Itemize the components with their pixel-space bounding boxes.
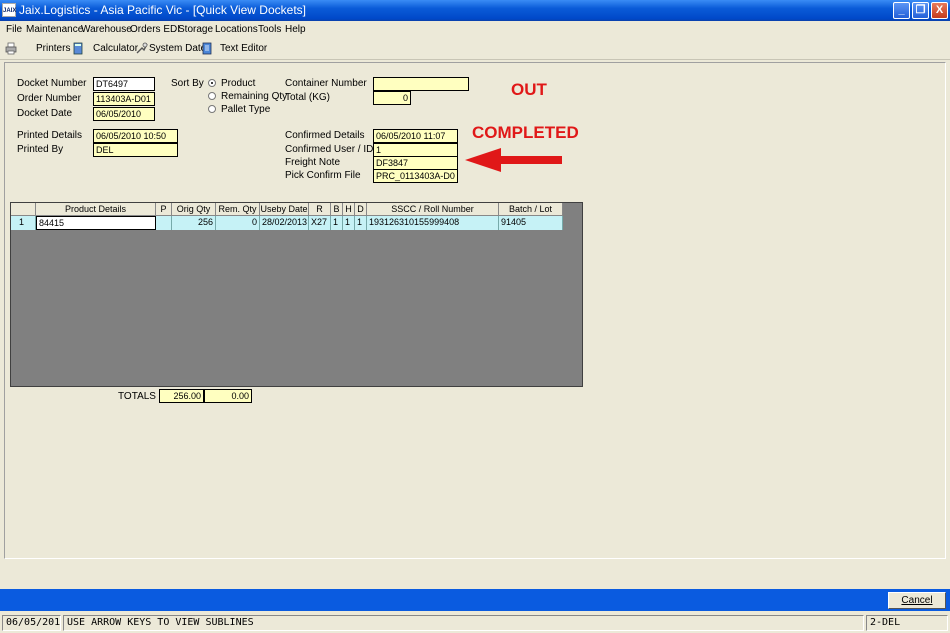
printed-by-field[interactable]: DEL <box>93 143 178 157</box>
totals-rem-qty: 0.00 <box>204 389 252 403</box>
totals-orig-qty: 256.00 <box>159 389 204 403</box>
confirmed-details-field[interactable]: 06/05/2010 11:07 <box>373 129 458 143</box>
printed-details-label: Printed Details <box>17 130 83 141</box>
container-number-label: Container Number <box>285 78 367 89</box>
app-icon: JAIX <box>2 3 16 17</box>
calculator-icon[interactable] <box>72 42 84 55</box>
batch-lot-cell[interactable]: 91405 <box>499 216 563 230</box>
h-cell[interactable]: 1 <box>343 216 355 230</box>
cancel-button[interactable]: Cancel <box>888 592 946 609</box>
pick-confirm-file-field[interactable]: PRC_0113403A-D0 <box>373 169 458 183</box>
text-editor-button[interactable]: Text Editor <box>220 43 267 54</box>
order-number-field[interactable]: 113403A-D01 <box>93 92 155 106</box>
docket-number-label: Docket Number <box>17 78 87 89</box>
window-titlebar: JAIX Jaix.Logistics - Asia Pacific Vic -… <box>0 0 950 21</box>
r-cell[interactable]: X27 <box>309 216 331 230</box>
menu-tools[interactable]: Tools <box>258 24 281 35</box>
system-date-button[interactable]: System Date <box>149 43 206 54</box>
close-button[interactable]: X <box>931 2 948 19</box>
menu-file[interactable]: File <box>6 24 22 35</box>
confirmed-user-field[interactable]: 1 <box>373 143 458 157</box>
sort-remaining-qty-radio[interactable] <box>208 92 216 100</box>
total-kg-field[interactable]: 0 <box>373 91 411 105</box>
docket-number-field[interactable]: DT6497 <box>93 77 155 91</box>
col-header-p[interactable]: P <box>156 203 172 216</box>
menu-storage[interactable]: Storage <box>178 24 213 35</box>
action-bar <box>0 589 950 611</box>
menu-bar: File Maintenance Warehouse Orders EDI St… <box>0 21 950 38</box>
out-annotation: OUT <box>511 80 547 99</box>
cancel-button-label: Cancel <box>901 595 933 606</box>
p-cell[interactable] <box>156 216 172 230</box>
printed-by-label: Printed By <box>17 144 64 155</box>
col-header-r[interactable]: R <box>309 203 331 216</box>
col-header-d[interactable]: D <box>355 203 367 216</box>
window-title: Jaix.Logistics - Asia Pacific Vic - [Qui… <box>19 3 306 17</box>
sort-product-label[interactable]: Product <box>221 78 255 89</box>
menu-orders-edi[interactable]: Orders EDI <box>130 24 180 35</box>
menu-maintenance[interactable]: Maintenance <box>26 24 83 35</box>
confirmed-user-label: Confirmed User / ID <box>285 144 374 155</box>
toolbar: Printers Calculator System Date Text Edi… <box>0 38 950 60</box>
d-cell[interactable]: 1 <box>355 216 367 230</box>
useby-date-cell[interactable]: 28/02/2013 <box>260 216 309 230</box>
total-kg-label: Total (KG) <box>285 92 331 103</box>
b-cell[interactable]: 1 <box>331 216 343 230</box>
menu-locations[interactable]: Locations <box>215 24 258 35</box>
sort-by-label: Sort By <box>171 78 204 89</box>
sort-pallet-type-label[interactable]: Pallet Type <box>221 104 270 115</box>
docket-date-label: Docket Date <box>17 108 73 119</box>
system-date-icon[interactable] <box>136 42 148 55</box>
minimize-button[interactable]: _ <box>893 2 910 19</box>
sort-pallet-type-radio[interactable] <box>208 105 216 113</box>
col-header-product[interactable]: Product Details <box>36 203 156 216</box>
text-editor-icon[interactable] <box>201 42 213 55</box>
freight-note-field[interactable]: DF3847 <box>373 156 458 170</box>
col-header-batch-lot[interactable]: Batch / Lot <box>499 203 563 216</box>
product-cell[interactable]: 84415 <box>36 216 156 230</box>
col-header-orig-qty[interactable]: Orig Qty <box>172 203 216 216</box>
col-header-b[interactable]: B <box>331 203 343 216</box>
printers-button[interactable]: Printers <box>36 43 70 54</box>
row-number-cell: 1 <box>11 216 36 230</box>
printer-icon[interactable] <box>5 42 17 55</box>
col-header-h[interactable]: H <box>343 203 355 216</box>
restore-button[interactable]: ❐ <box>912 2 929 19</box>
rem-qty-cell[interactable]: 0 <box>216 216 260 230</box>
menu-warehouse[interactable]: Warehouse <box>81 24 132 35</box>
col-header-row <box>11 203 36 216</box>
calculator-button[interactable]: Calculator <box>93 43 138 54</box>
status-date: 06/05/2010 <box>2 615 61 631</box>
status-bar: 06/05/2010 USE ARROW KEYS TO VIEW SUBLIN… <box>0 613 950 633</box>
docket-lines-grid[interactable]: Product Details P Orig Qty Rem. Qty Useb… <box>10 202 583 387</box>
sscc-cell[interactable]: 193126310155999408 <box>367 216 499 230</box>
order-number-label: Order Number <box>17 93 81 104</box>
confirmed-details-label: Confirmed Details <box>285 130 365 141</box>
pick-confirm-file-label: Pick Confirm File <box>285 170 361 181</box>
container-number-field[interactable] <box>373 77 469 91</box>
col-header-sscc[interactable]: SSCC / Roll Number <box>367 203 499 216</box>
orig-qty-cell[interactable]: 256 <box>172 216 216 230</box>
docket-date-field[interactable]: 06/05/2010 <box>93 107 155 121</box>
left-arrow-annotation <box>465 148 562 172</box>
printed-details-field[interactable]: 06/05/2010 10:50 <box>93 129 178 143</box>
sort-remaining-qty-label[interactable]: Remaining Qty <box>221 91 287 102</box>
col-header-rem-qty[interactable]: Rem. Qty <box>216 203 260 216</box>
menu-help[interactable]: Help <box>285 24 306 35</box>
freight-note-label: Freight Note <box>285 157 341 168</box>
status-message: USE ARROW KEYS TO VIEW SUBLINES <box>63 615 864 631</box>
completed-annotation: COMPLETED <box>472 123 579 142</box>
sort-product-radio[interactable] <box>208 79 216 87</box>
totals-label: TOTALS <box>118 391 156 402</box>
col-header-useby-date[interactable]: Useby Date <box>260 203 309 216</box>
status-user: 2-DEL <box>866 615 948 631</box>
